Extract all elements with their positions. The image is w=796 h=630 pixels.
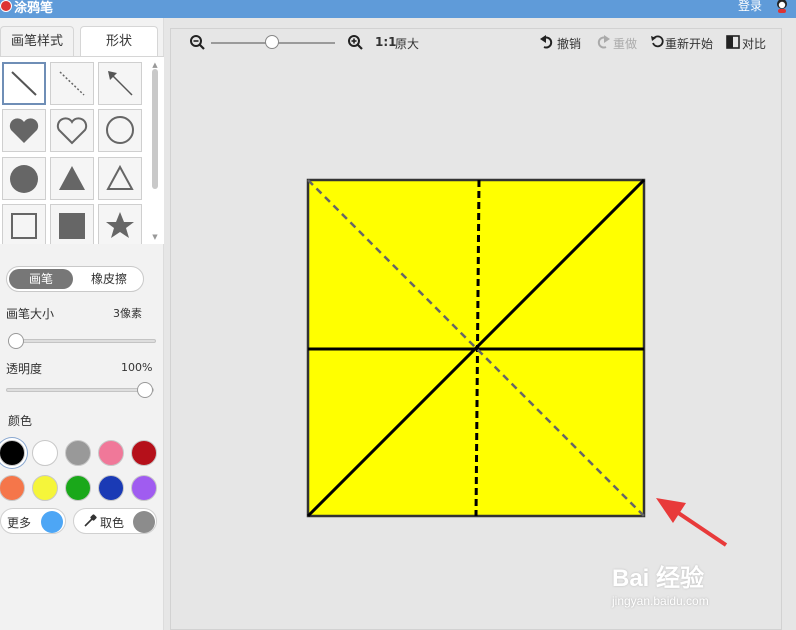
brush-size-slider[interactable] [8,339,156,343]
line-icon [11,71,37,96]
user-avatar-icon[interactable] [774,0,790,14]
shape-triangle-filled-button[interactable] [50,157,94,200]
app-logo-icon [0,0,12,12]
square-filled-icon [59,213,85,239]
brush-size-value: 3像素 [113,307,142,320]
color-picker-swatch [133,511,155,533]
heart-outline-icon [56,117,88,145]
drawing-surface [306,178,728,547]
opacity-value: 100% [121,361,153,374]
zoom-slider-knob[interactable] [265,35,279,49]
color-swatch[interactable] [32,475,58,501]
shape-dashed-line-button[interactable] [50,62,94,105]
compare-button[interactable]: 对比 [742,35,766,52]
opacity-slider[interactable] [6,388,154,392]
title-bar: 涂鸦笔 登录 [0,0,796,18]
color-swatch[interactable] [98,475,124,501]
color-swatch[interactable] [98,440,124,466]
square-outline-icon [11,213,37,239]
color-picker-label: 取色 [100,516,125,530]
restart-button[interactable]: 重新开始 [665,35,713,52]
shape-circle-filled-button[interactable] [2,157,46,200]
redo-icon[interactable] [595,35,611,52]
color-swatch[interactable] [131,440,157,466]
color-picker-button[interactable]: 取色 [73,508,157,534]
undo-icon[interactable] [539,35,555,52]
circle-outline-icon [106,116,134,144]
color-swatch[interactable] [0,475,25,501]
compare-icon[interactable] [726,35,740,52]
brush-size-slider-knob[interactable] [8,333,24,349]
tab-brush-style[interactable]: 画笔样式 [0,26,74,56]
login-link[interactable]: 登录 [738,0,762,14]
color-swatch[interactable] [0,440,25,466]
app-title: 涂鸦笔 [14,1,54,16]
opacity-label: 透明度 [6,362,43,376]
scroll-up-icon[interactable]: ▲ [150,61,160,69]
undo-button[interactable]: 撤销 [557,35,581,52]
shape-line-button[interactable] [2,62,46,105]
zoom-out-icon[interactable] [189,34,205,53]
shape-square-outline-button[interactable] [2,204,46,244]
arrow-icon [108,71,133,96]
shape-heart-outline-button[interactable] [50,109,94,152]
more-colors-swatch [41,511,63,533]
heart-filled-icon [9,118,39,143]
drawing-canvas[interactable] [171,57,781,630]
color-swatch[interactable] [65,475,91,501]
zoom-ratio[interactable]: 1:1 [375,35,397,49]
watermark-site: jingyan.baidu.com [612,594,709,608]
eraser-mode-button[interactable]: 橡皮擦 [77,269,141,289]
zoom-in-icon[interactable] [347,34,363,53]
color-section-label: 颜色 [8,414,33,428]
color-swatch[interactable] [32,440,58,466]
canvas-panel: 1:1 原大 撤销 重做 重新开始 对比 [170,28,782,630]
baidu-jingyan-watermark: Bai 经验 jingyan.baidu.com [612,548,762,612]
brush-size-label: 画笔大小 [6,307,55,321]
star-filled-icon [106,212,134,238]
left-panel: 画笔样式 形状 ▲ ▼ 画笔 橡皮擦 画笔大小 3像素 透明度 100% 颜色 … [0,18,164,630]
triangle-filled-icon [59,166,85,190]
canvas-toolbar: 1:1 原大 撤销 重做 重新开始 对比 [171,29,781,57]
scroll-thumb[interactable] [152,69,158,189]
more-colors-button[interactable]: 更多 [0,508,66,534]
eyedropper-icon [83,514,97,531]
mode-toggle: 画笔 橡皮擦 [6,266,144,292]
shape-scrollbar[interactable]: ▲ ▼ [150,61,160,241]
red-arrow-annotation [656,498,728,547]
triangle-outline-icon [106,164,134,190]
dashed-line-icon [59,71,85,96]
color-swatch[interactable] [65,440,91,466]
redo-button[interactable]: 重做 [613,35,637,52]
tab-bar: 画笔样式 形状 [0,26,164,56]
shape-arrow-button[interactable] [98,62,142,105]
shape-square-filled-button[interactable] [50,204,94,244]
shape-circle-outline-button[interactable] [98,109,142,152]
shape-heart-filled-button[interactable] [2,109,46,152]
opacity-slider-knob[interactable] [137,382,153,398]
shape-triangle-outline-button[interactable] [98,157,142,200]
watermark-brand: Bai 经验 [612,565,705,592]
original-size-button[interactable]: 原大 [395,35,419,52]
shape-star-button[interactable] [98,204,142,244]
circle-filled-icon [10,165,38,193]
restart-icon[interactable] [650,35,664,52]
color-swatch[interactable] [131,475,157,501]
more-colors-label: 更多 [7,516,32,530]
tab-shapes[interactable]: 形状 [80,26,158,56]
shape-palette: ▲ ▼ [0,56,164,244]
pen-mode-button[interactable]: 画笔 [9,269,73,289]
scroll-down-icon[interactable]: ▼ [150,233,160,241]
